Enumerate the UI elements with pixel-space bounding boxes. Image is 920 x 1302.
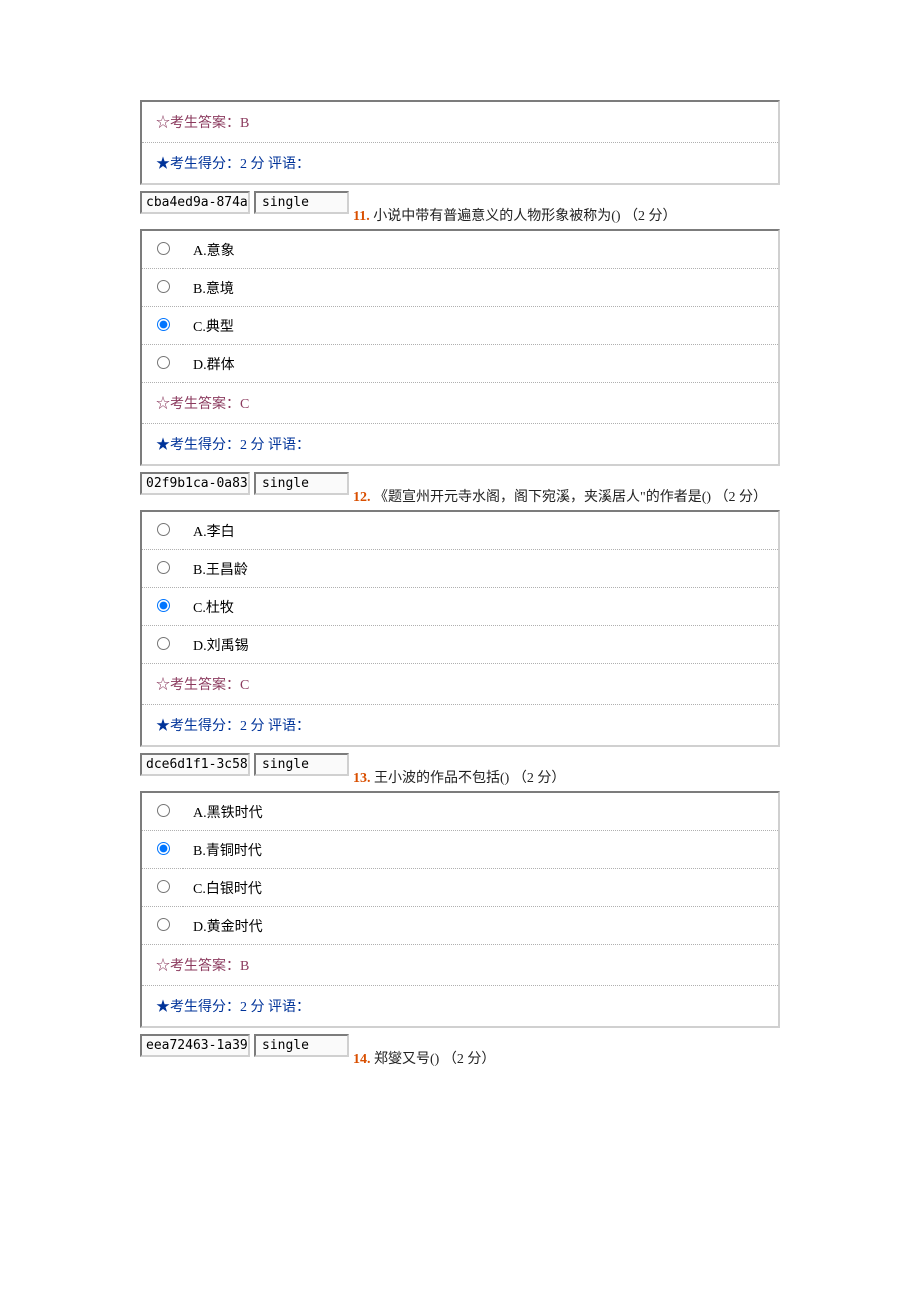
options-table: A.李白B.王昌龄C.杜牧D.刘禹锡☆考生答案：C★考生得分：2 分 评语： (140, 510, 780, 747)
question-id-box: dce6d1f1-3c58-45f (140, 753, 250, 776)
option-label: B.王昌龄 (183, 550, 778, 588)
page-container: ☆考生答案：B ★考生得分：2 分 评语： cba4ed9a-874a-45es… (0, 0, 920, 1152)
question-id-box: eea72463-1a39-4d6 (140, 1034, 250, 1057)
question-header: eea72463-1a39-4d6single14. 郑燮又号() （2 分） (140, 1034, 780, 1068)
question-number: 12. (353, 490, 371, 505)
option-label: D.刘禹锡 (183, 626, 778, 664)
option-row[interactable]: B.青铜时代 (142, 831, 778, 869)
option-radio[interactable] (157, 523, 170, 536)
question-stem-wrap: 13. 王小波的作品不包括() （2 分） (349, 753, 780, 787)
options-table: A.黑铁时代B.青铜时代C.白银时代D.黄金时代☆考生答案：B★考生得分：2 分… (140, 791, 780, 1028)
question-stem: 王小波的作品不包括() (371, 771, 513, 786)
option-row[interactable]: A.黑铁时代 (142, 793, 778, 831)
option-label: D.黄金时代 (183, 907, 778, 945)
option-row[interactable]: D.刘禹锡 (142, 626, 778, 664)
question-type-box: single (254, 1034, 349, 1057)
student-answer: ☆考生答案：B (142, 102, 778, 143)
question-block: 02f9b1ca-0a83-459single12. 《题宣州开元寺水阁，阁下宛… (140, 472, 780, 747)
option-radio[interactable] (157, 637, 170, 650)
question-block: dce6d1f1-3c58-45fsingle13. 王小波的作品不包括() （… (140, 753, 780, 1028)
option-label: B.青铜时代 (183, 831, 778, 869)
option-label: C.杜牧 (183, 588, 778, 626)
option-row[interactable]: C.杜牧 (142, 588, 778, 626)
question-id-box: 02f9b1ca-0a83-459 (140, 472, 250, 495)
prev-answer-box: ☆考生答案：B ★考生得分：2 分 评语： (140, 100, 780, 185)
student-score: ★考生得分：2 分 评语： (142, 424, 778, 464)
question-points: （2 分） (443, 1052, 496, 1067)
option-radio[interactable] (157, 356, 170, 369)
student-answer: ☆考生答案：C (142, 383, 778, 424)
option-label: C.白银时代 (183, 869, 778, 907)
option-row[interactable]: C.典型 (142, 307, 778, 345)
option-label: D.群体 (183, 345, 778, 383)
option-radio[interactable] (157, 880, 170, 893)
question-stem-wrap: 11. 小说中带有普遍意义的人物形象被称为() （2 分） (349, 191, 780, 225)
option-label: B.意境 (183, 269, 778, 307)
question-block: eea72463-1a39-4d6single14. 郑燮又号() （2 分） (140, 1034, 780, 1068)
option-row[interactable]: B.王昌龄 (142, 550, 778, 588)
question-number: 14. (353, 1052, 371, 1067)
question-stem-wrap: 12. 《题宣州开元寺水阁，阁下宛溪，夹溪居人"的作者是() （2 分） (349, 472, 780, 506)
options-table: A.意象B.意境C.典型D.群体☆考生答案：C★考生得分：2 分 评语： (140, 229, 780, 466)
option-radio[interactable] (157, 842, 170, 855)
student-score: ★考生得分：2 分 评语： (142, 705, 778, 745)
option-row[interactable]: A.意象 (142, 231, 778, 269)
option-label: A.意象 (183, 231, 778, 269)
option-radio[interactable] (157, 242, 170, 255)
question-number: 11. (353, 209, 370, 224)
question-points: （2 分） (624, 209, 677, 224)
option-row[interactable]: A.李白 (142, 512, 778, 550)
student-answer: ☆考生答案：C (142, 664, 778, 705)
question-type-box: single (254, 191, 349, 214)
question-header: cba4ed9a-874a-45esingle11. 小说中带有普遍意义的人物形… (140, 191, 780, 225)
question-header: 02f9b1ca-0a83-459single12. 《题宣州开元寺水阁，阁下宛… (140, 472, 780, 506)
question-stem: 郑燮又号() (371, 1052, 443, 1067)
option-radio[interactable] (157, 561, 170, 574)
question-points: （2 分） (715, 490, 768, 505)
question-stem: 《题宣州开元寺水阁，阁下宛溪，夹溪居人"的作者是() (371, 490, 715, 505)
question-header: dce6d1f1-3c58-45fsingle13. 王小波的作品不包括() （… (140, 753, 780, 787)
option-radio[interactable] (157, 599, 170, 612)
option-radio[interactable] (157, 804, 170, 817)
option-radio[interactable] (157, 318, 170, 331)
option-row[interactable]: D.黄金时代 (142, 907, 778, 945)
question-block: cba4ed9a-874a-45esingle11. 小说中带有普遍意义的人物形… (140, 191, 780, 466)
question-stem-wrap: 14. 郑燮又号() （2 分） (349, 1034, 780, 1068)
question-id-box: cba4ed9a-874a-45e (140, 191, 250, 214)
option-label: A.李白 (183, 512, 778, 550)
option-radio[interactable] (157, 918, 170, 931)
question-number: 13. (353, 771, 371, 786)
student-score: ★考生得分：2 分 评语： (142, 986, 778, 1026)
question-stem: 小说中带有普遍意义的人物形象被称为() (370, 209, 624, 224)
option-radio[interactable] (157, 280, 170, 293)
option-row[interactable]: B.意境 (142, 269, 778, 307)
student-answer: ☆考生答案：B (142, 945, 778, 986)
question-type-box: single (254, 753, 349, 776)
option-label: C.典型 (183, 307, 778, 345)
student-score: ★考生得分：2 分 评语： (142, 143, 778, 183)
question-type-box: single (254, 472, 349, 495)
question-points: （2 分） (513, 771, 566, 786)
option-label: A.黑铁时代 (183, 793, 778, 831)
option-row[interactable]: D.群体 (142, 345, 778, 383)
option-row[interactable]: C.白银时代 (142, 869, 778, 907)
